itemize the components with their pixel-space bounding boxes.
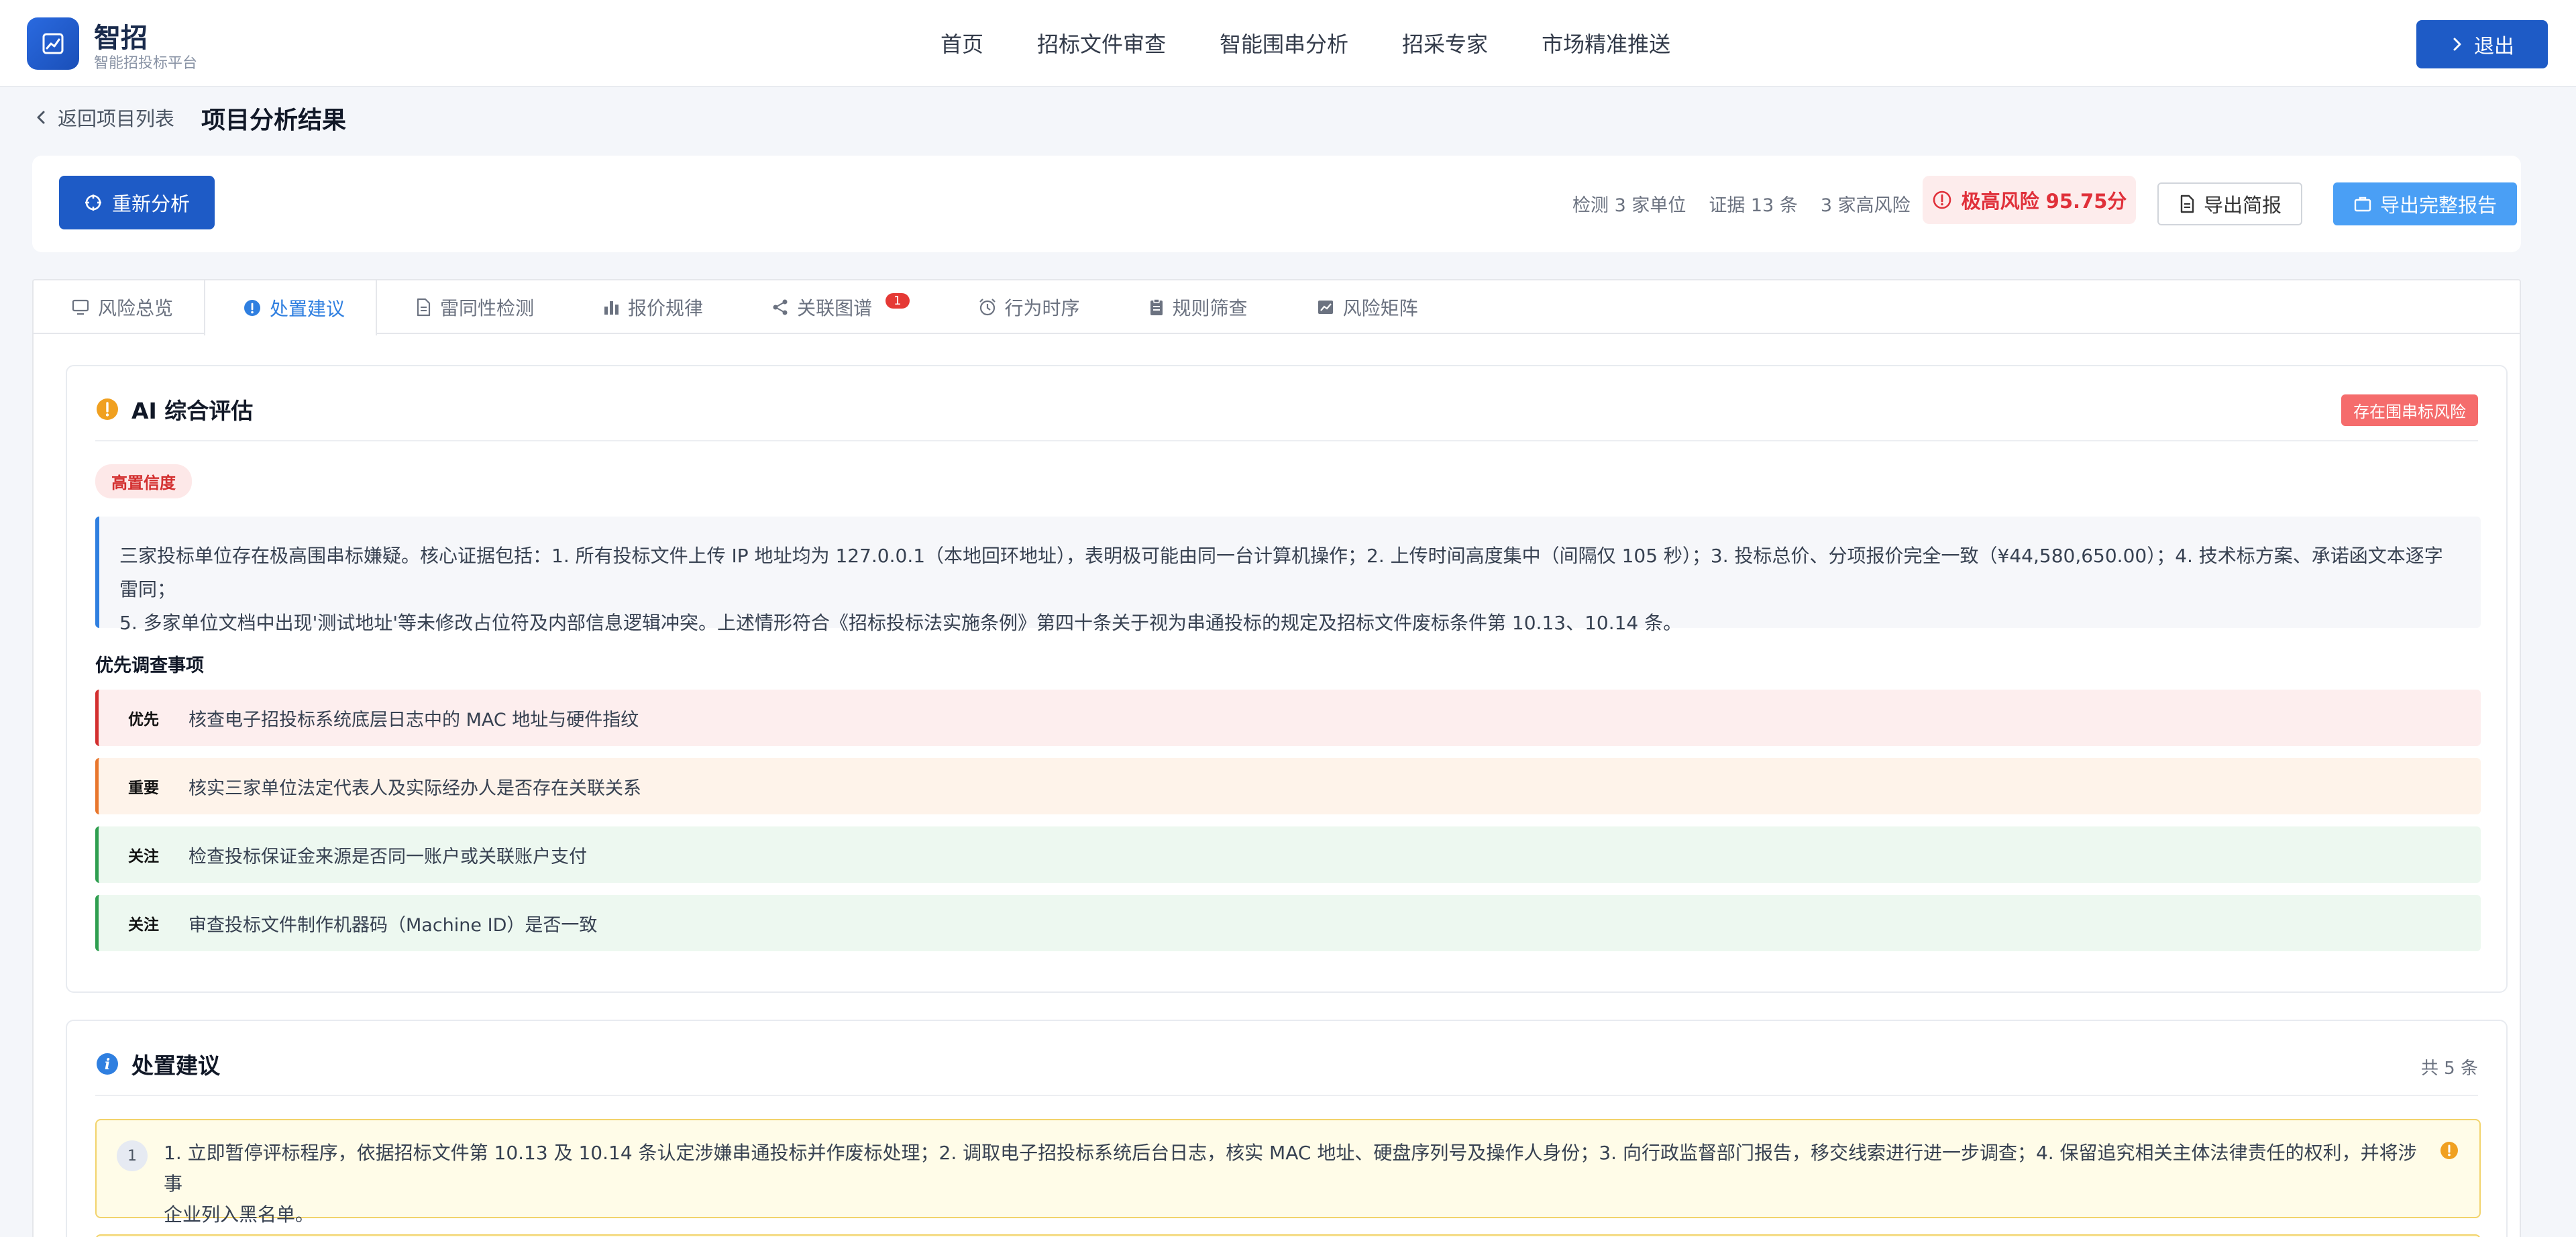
export-brief-label: 导出简报	[2203, 194, 2282, 217]
logout-button[interactable]: 退出	[2416, 20, 2548, 68]
priority-text: 检查投标保证金来源是否同一账户或关联账户支付	[189, 846, 587, 867]
notification-badge: 1	[885, 292, 910, 309]
svg-text:i: i	[105, 1056, 110, 1073]
advice-count: 共 5 条	[2420, 1059, 2478, 1079]
advice-item	[95, 1234, 2481, 1237]
tab-disposal-advice[interactable]: 处置建议	[204, 280, 378, 335]
advice-text: 1. 立即暂停评标程序，依据招标文件第 10.13 及 10.14 条认定涉嫌串…	[164, 1138, 2418, 1230]
advice-text-line: 1. 立即暂停评标程序，依据招标文件第 10.13 及 10.14 条认定涉嫌串…	[164, 1142, 2417, 1195]
chevron-left-icon	[37, 111, 45, 124]
export-brief-button[interactable]: 导出简报	[2157, 182, 2302, 225]
tab-risk-overview[interactable]: 风险总览	[34, 280, 204, 334]
nav-item-market-push[interactable]: 市场精准推送	[1542, 27, 1670, 62]
share-icon	[773, 299, 788, 315]
analysis-stats: 检测 3 家单位 证据 13 条 3 家高风险	[1572, 191, 1935, 217]
priority-item: 重要 核实三家单位法定代表人及实际经办人是否存在关联关系	[95, 758, 2481, 814]
tab-quote-patterns[interactable]: 报价规律	[565, 280, 734, 334]
document-icon	[2180, 195, 2194, 213]
tab-similarity-detection[interactable]: 雷同性检测	[377, 280, 565, 334]
tab-label: 规则筛查	[1172, 297, 1248, 319]
brand-logo[interactable]	[27, 17, 79, 70]
stat-high-risk-count: 3 家高风险	[1820, 195, 1911, 216]
warning-icon	[97, 398, 118, 420]
tab-label: 处置建议	[270, 298, 345, 320]
divider	[95, 440, 2478, 441]
ai-summary: 三家投标单位存在极高围串标嫌疑。核心证据包括：1. 所有投标文件上传 IP 地址…	[95, 517, 2481, 634]
action-toolbar: 重新分析 检测 3 家单位 证据 13 条 3 家高风险 极高风险 95.75分…	[32, 156, 2521, 252]
priority-section-title: 优先调查事项	[95, 655, 204, 676]
document-icon	[417, 298, 431, 317]
analysis-tabs: 风险总览 处置建议 雷同性检测 报价规律 关联图谱 1 行为时序 规则筛查 风险…	[34, 280, 2520, 335]
priority-level: 重要	[128, 779, 159, 797]
main-nav: 首页 招标文件审查 智能围串分析 招采专家 市场精准推送	[941, 27, 1724, 62]
tab-label: 风险总览	[98, 297, 174, 319]
back-to-projects-link[interactable]: 返回项目列表	[35, 103, 174, 131]
reanalyze-label: 重新分析	[111, 193, 190, 215]
tab-behavior-timeline[interactable]: 行为时序	[941, 280, 1111, 334]
card-title: i 处置建议	[95, 1048, 220, 1080]
bar-chart-icon	[604, 301, 619, 315]
collusion-risk-tag: 存在围串标风险	[2341, 394, 2478, 426]
card-title: AI 综合评估	[95, 393, 253, 425]
nav-item-procurement-expert[interactable]: 招采专家	[1402, 27, 1488, 62]
tab-label: 行为时序	[1004, 297, 1080, 319]
export-full-report-button[interactable]: 导出完整报告	[2333, 182, 2517, 225]
reanalyze-button[interactable]: 重新分析	[59, 176, 215, 229]
info-icon: i	[97, 1053, 118, 1075]
tab-label: 报价规律	[628, 297, 704, 319]
advice-card-title: 处置建议	[131, 1053, 220, 1079]
trend-chart-icon	[42, 33, 64, 54]
tab-label: 关联图谱	[797, 297, 873, 319]
stat-units-detected: 检测 3 家单位	[1572, 195, 1686, 216]
brand-subtitle: 智能招投标平台	[94, 55, 198, 72]
alert-circle-icon	[1933, 191, 1951, 209]
nav-item-collusion-analysis[interactable]: 智能围串分析	[1220, 27, 1348, 62]
divider	[95, 1095, 2478, 1096]
nav-item-tender-review[interactable]: 招标文件审查	[1037, 27, 1166, 62]
advice-number: 1	[117, 1140, 148, 1171]
risk-score-label: 极高风险 95.75分	[1961, 190, 2127, 213]
priority-level: 优先	[128, 711, 159, 729]
advice-text-line: 企业列入黑名单。	[164, 1203, 315, 1226]
warning-icon	[2440, 1142, 2458, 1159]
priority-text: 审查投标文件制作机器码（Machine ID）是否一致	[189, 914, 598, 936]
priority-level: 关注	[128, 848, 159, 865]
tab-risk-matrix[interactable]: 风险矩阵	[1279, 280, 1449, 334]
tab-rule-screening[interactable]: 规则筛查	[1111, 280, 1279, 334]
summary-line: 三家投标单位存在极高围串标嫌疑。核心证据包括：1. 所有投标文件上传 IP 地址…	[119, 545, 2443, 600]
priority-item: 优先 核查电子招投标系统底层日志中的 MAC 地址与硬件指纹	[95, 690, 2481, 746]
chevron-right-icon	[2453, 38, 2461, 51]
brand-name: 智招	[94, 23, 148, 54]
clipboard-icon	[1150, 299, 1163, 315]
priority-text: 核查电子招投标系统底层日志中的 MAC 地址与硬件指纹	[189, 709, 639, 731]
tab-relation-graph[interactable]: 关联图谱 1	[734, 280, 940, 334]
tab-label: 风险矩阵	[1342, 297, 1418, 319]
priority-text: 核实三家单位法定代表人及实际经办人是否存在关联关系	[189, 777, 641, 799]
ai-card-title: AI 综合评估	[131, 398, 254, 424]
logout-label: 退出	[2474, 35, 2514, 58]
target-icon	[85, 195, 101, 211]
alarm-clock-icon	[979, 299, 996, 316]
ai-assessment-card: AI 综合评估 存在围串标风险 高置信度 三家投标单位存在极高围串标嫌疑。核心证…	[66, 365, 2508, 993]
risk-score-badge: 极高风险 95.75分	[1923, 176, 2136, 224]
disposal-advice-card: i 处置建议 共 5 条 1 1. 立即暂停评标程序，依据招标文件第 10.13…	[66, 1020, 2508, 1237]
monitor-icon	[72, 299, 89, 315]
export-full-label: 导出完整报告	[2379, 194, 2497, 217]
chart-icon	[1318, 301, 1333, 314]
info-icon	[244, 300, 261, 316]
stat-evidence-count: 证据 13 条	[1709, 195, 1798, 216]
advice-item: 1 1. 立即暂停评标程序，依据招标文件第 10.13 及 10.14 条认定涉…	[95, 1119, 2481, 1226]
priority-item: 关注 检查投标保证金来源是否同一账户或关联账户支付	[95, 826, 2481, 883]
back-link-label: 返回项目列表	[58, 107, 175, 130]
top-navigation-bar: 智招 智能招投标平台 首页 招标文件审查 智能围串分析 招采专家 市场精准推送 …	[0, 0, 2576, 87]
tab-label: 雷同性检测	[440, 297, 535, 319]
briefcase-icon	[2354, 197, 2371, 212]
confidence-tag: 高置信度	[95, 464, 192, 498]
page-title: 项目分析结果	[201, 107, 347, 134]
nav-item-home[interactable]: 首页	[941, 27, 983, 62]
priority-item: 关注 审查投标文件制作机器码（Machine ID）是否一致	[95, 895, 2481, 951]
summary-line: 5. 多家单位文档中出现'测试地址'等未修改占位符及内部信息逻辑冲突。上述情形符…	[119, 612, 1682, 634]
priority-level: 关注	[128, 916, 159, 934]
